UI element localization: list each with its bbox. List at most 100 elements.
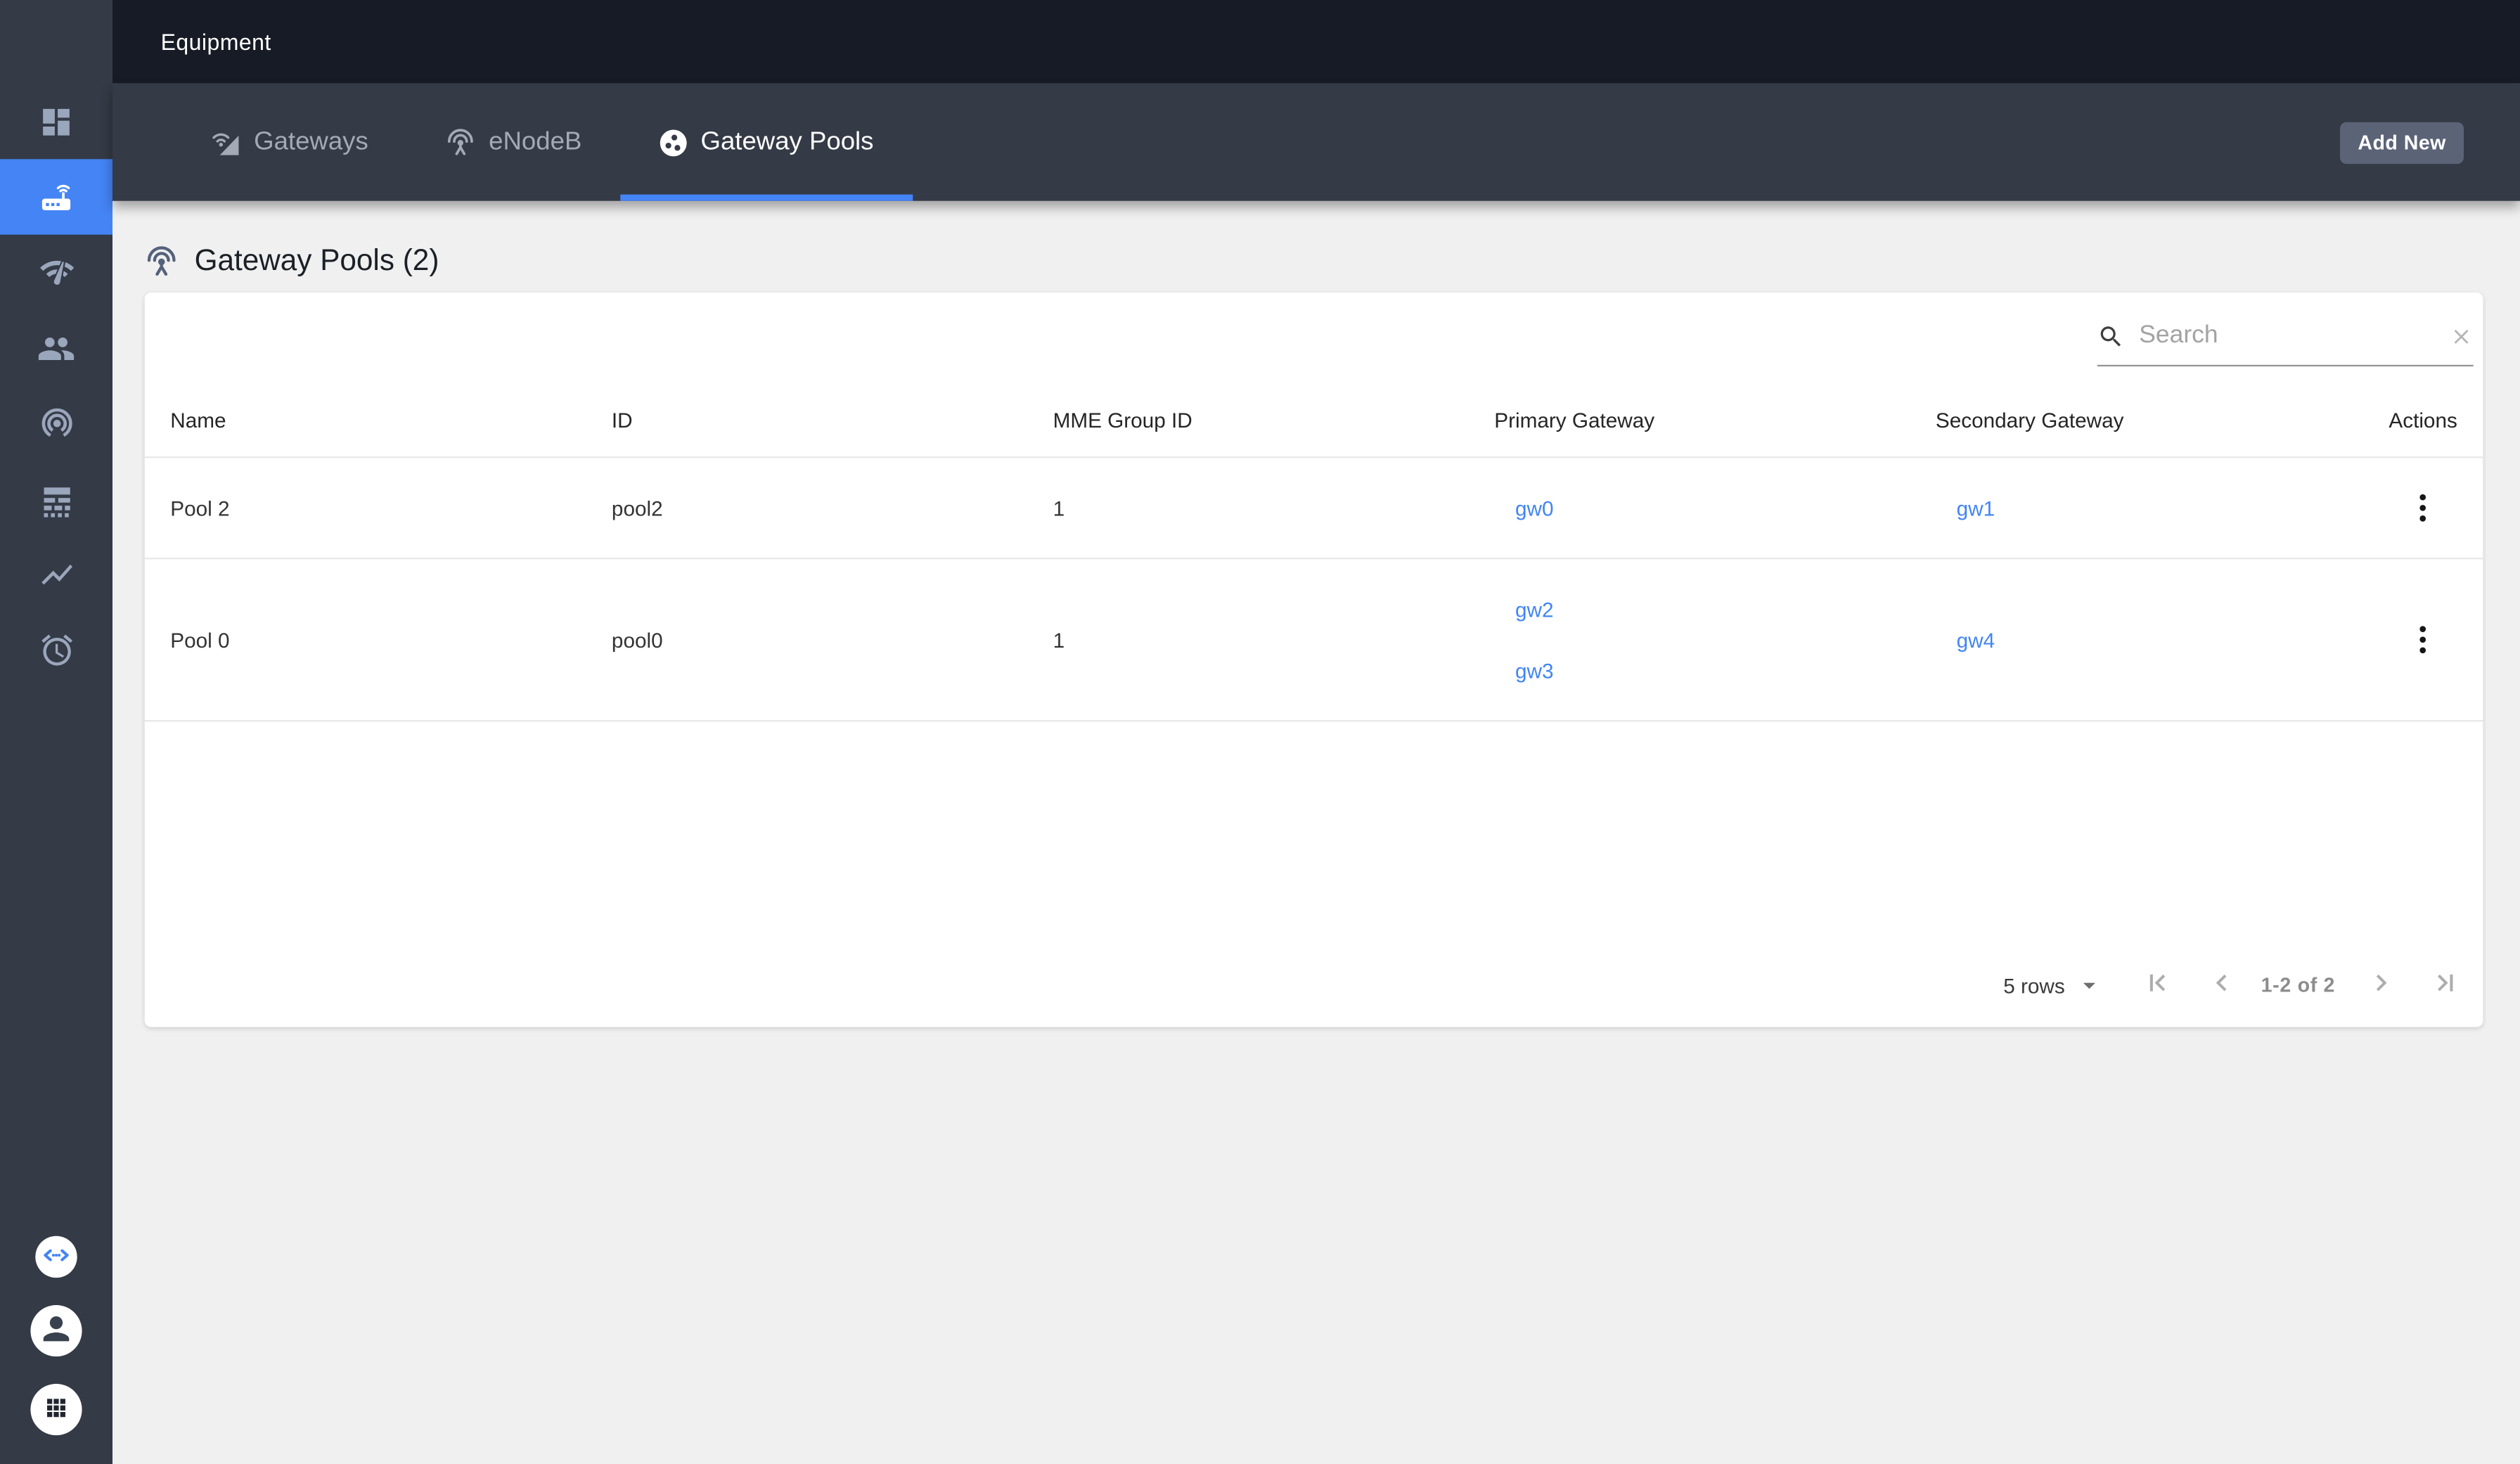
sidebar: [0, 0, 112, 1464]
app-root: Equipment Gateways eNodeB Gateway Pools …: [0, 0, 2520, 1464]
table-empty-space: [145, 721, 2483, 943]
tab-enodeb[interactable]: eNodeB: [407, 84, 621, 201]
pool-id-cell: pool2: [611, 496, 663, 520]
dashboard-icon: [39, 103, 74, 139]
enodeb-tab-icon: [445, 127, 475, 158]
topbar: Equipment: [112, 0, 2520, 84]
rows-per-page-select[interactable]: 5 rows: [2003, 971, 2103, 1000]
gateway-link[interactable]: gw3: [1515, 658, 1554, 682]
tab-label: Gateway Pools: [700, 127, 874, 155]
gateway-link-row: gw4: [1936, 609, 2377, 670]
column-header-primary-gateway: Primary Gateway: [1494, 407, 1655, 432]
pagination-range: 1-2 of 2: [2261, 974, 2336, 997]
gateway-link-row: gw0: [1494, 477, 1936, 539]
apps-grid-icon: [40, 1391, 72, 1428]
primary-gateways-cell: gw2 gw3: [1494, 579, 1936, 701]
mme-group-id-cell: 1: [1053, 496, 1065, 520]
pool-name-cell: Pool 2: [170, 496, 230, 520]
main-area: Equipment Gateways eNodeB Gateway Pools …: [112, 0, 2520, 1464]
call-flow-chart-icon: [38, 556, 75, 593]
sidebar-item-alarms[interactable]: [0, 612, 112, 688]
topbar-title: Equipment: [160, 29, 271, 55]
sidebar-item-metrics[interactable]: [0, 461, 112, 537]
table-header-row: Name ID MME Group ID Primary Gateway Sec…: [144, 383, 2483, 458]
pool-id-cell: pool0: [611, 627, 663, 652]
search-input[interactable]: [2135, 319, 2438, 352]
rows-per-page-label: 5 rows: [2003, 973, 2065, 998]
tabbar: Gateways eNodeB Gateway Pools Add New: [112, 83, 2520, 201]
tracing-radar-icon: [38, 405, 75, 442]
next-page-button[interactable]: [2364, 966, 2398, 1005]
sidebar-nav: [0, 0, 112, 688]
gateway-pools-card: Name ID MME Group ID Primary Gateway Sec…: [144, 293, 2483, 1027]
clear-search-icon[interactable]: [2449, 324, 2473, 348]
search-field[interactable]: [2097, 319, 2474, 367]
sidebar-item-network-check[interactable]: [0, 235, 112, 310]
gateway-link[interactable]: gw2: [1515, 597, 1554, 621]
kebab-icon: [2419, 494, 2426, 522]
column-header-name: Name: [170, 407, 226, 432]
gateway-link[interactable]: gw1: [1957, 496, 1995, 520]
sidebar-bottom: [0, 1235, 112, 1464]
gateway-link[interactable]: gw4: [1957, 628, 1995, 652]
primary-gateways-cell: gw0: [1494, 477, 1936, 539]
section-title: Gateway Pools (2): [194, 243, 439, 277]
last-page-icon: [2426, 966, 2460, 1005]
sidebar-item-call-flow[interactable]: [0, 537, 112, 612]
table-row: Pool 0 pool0 1 gw2 gw3 gw4: [144, 559, 2483, 722]
section-header: Gateway Pools (2): [145, 243, 2483, 278]
table-row: Pool 2 pool2 1 gw0 gw1: [144, 458, 2483, 560]
kebab-icon: [2419, 626, 2426, 654]
first-page-button[interactable]: [2142, 966, 2175, 1005]
api-docs-button[interactable]: [35, 1235, 77, 1278]
row-actions-button[interactable]: [2409, 620, 2436, 659]
equipment-router-icon: [37, 178, 76, 217]
gateway-link[interactable]: gw0: [1515, 496, 1554, 520]
table-body: Pool 2 pool2 1 gw0 gw1 Pool 0 pool0 1 gw2 gw3 gw4: [144, 458, 2483, 722]
search-icon: [2097, 322, 2125, 349]
sidebar-item-subscribers[interactable]: [0, 310, 112, 385]
column-header-actions: Actions: [2389, 407, 2457, 432]
alarms-clock-icon: [38, 631, 75, 669]
gateways-tab-icon: [212, 128, 241, 157]
secondary-gateways-cell: gw4: [1936, 609, 2377, 670]
apps-grid-button[interactable]: [30, 1384, 82, 1436]
gateway-link-row: gw3: [1494, 640, 1936, 701]
row-actions-button[interactable]: [2409, 489, 2436, 527]
page-body: Gateway Pools (2) Name ID MME Group ID P…: [112, 200, 2520, 1464]
pagination: 5 rows 1-2 of 2: [145, 944, 2483, 1027]
tab-label: Gateways: [254, 127, 368, 155]
gateway-pools-tab-icon: [659, 128, 688, 157]
sidebar-item-equipment[interactable]: [0, 159, 112, 235]
column-header-secondary-gateway: Secondary Gateway: [1935, 407, 2124, 432]
previous-page-button[interactable]: [2205, 966, 2239, 1005]
chevron-right-icon: [2364, 966, 2398, 1005]
add-new-button[interactable]: Add New: [2340, 121, 2464, 164]
network-check-icon: [38, 254, 75, 291]
pool-name-cell: Pool 0: [170, 627, 230, 652]
dropdown-arrow-icon: [2074, 971, 2103, 1000]
tab-gateways[interactable]: Gateways: [174, 84, 407, 201]
column-header-mme-group-id: MME Group ID: [1053, 407, 1192, 432]
sidebar-item-tracing[interactable]: [0, 386, 112, 461]
tab-label: eNodeB: [489, 127, 582, 155]
column-header-id: ID: [611, 407, 633, 432]
account-button[interactable]: [30, 1305, 82, 1357]
chevron-left-icon: [2205, 966, 2239, 1005]
gateway-link-row: gw2: [1494, 579, 1936, 640]
card-toolbar: [145, 293, 2483, 383]
sidebar-item-dashboard[interactable]: [0, 84, 112, 159]
tab-gateway-pools[interactable]: Gateway Pools: [620, 84, 912, 201]
mme-group-id-cell: 1: [1053, 627, 1065, 652]
secondary-gateways-cell: gw1: [1936, 477, 2377, 539]
subscribers-people-icon: [37, 328, 76, 367]
first-page-icon: [2142, 966, 2175, 1005]
api-code-icon: [39, 1237, 74, 1277]
account-person-icon: [37, 1309, 76, 1353]
last-page-button[interactable]: [2426, 966, 2460, 1005]
gateway-link-row: gw1: [1936, 477, 2377, 539]
row-actions-cell: [2377, 489, 2457, 527]
metrics-bars-icon: [38, 480, 75, 518]
antenna-icon: [145, 243, 179, 277]
row-actions-cell: [2377, 620, 2457, 659]
